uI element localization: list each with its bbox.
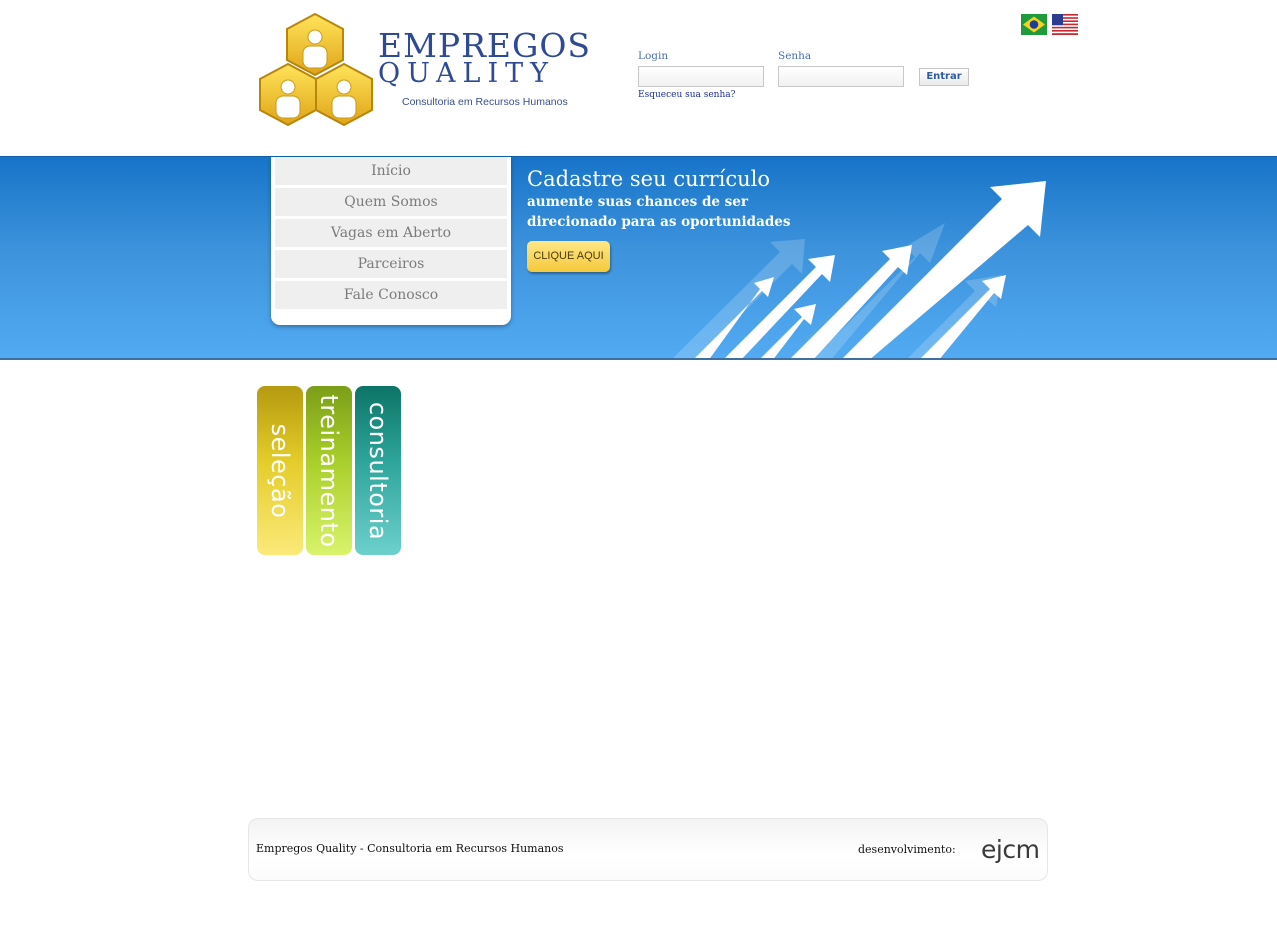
login-input[interactable] [638, 66, 764, 87]
brand-tagline: Consultoria em Recursos Humanos [402, 96, 568, 108]
tab-treinamento-label: treinamento [315, 393, 343, 548]
password-input[interactable] [778, 66, 904, 87]
nav-item-inicio[interactable]: Início [275, 157, 507, 185]
tab-selecao-label: seleção [266, 423, 294, 518]
people-hexagons-icon [259, 12, 373, 127]
nav-item-parceiros[interactable]: Parceiros [275, 250, 507, 278]
brazil-flag-icon[interactable] [1021, 14, 1047, 35]
brand-name-line2: QUALITY [378, 58, 555, 89]
promo-block: Cadastre seu currículo aumente suas chan… [527, 167, 791, 272]
promo-subtitle-line1: aumente suas chances de ser [527, 194, 748, 210]
language-switcher [1021, 14, 1078, 35]
login-submit-button[interactable]: Entrar [919, 68, 969, 86]
login-label: Login [638, 50, 669, 62]
footer-developer-label: desenvolvimento: [858, 843, 956, 856]
site-logo[interactable]: EMPREGOS QUALITY Consultoria em Recursos… [258, 12, 590, 130]
site-footer: Empregos Quality - Consultoria em Recurs… [248, 818, 1048, 881]
developer-logo[interactable]: ejcm [981, 835, 1040, 864]
main-navigation: Início Quem Somos Vagas em Aberto Parcei… [271, 157, 511, 325]
nav-item-quem-somos[interactable]: Quem Somos [275, 188, 507, 216]
usa-flag-icon[interactable] [1052, 14, 1078, 35]
nav-item-fale-conosco[interactable]: Fale Conosco [275, 281, 507, 309]
hero-banner: Início Quem Somos Vagas em Aberto Parcei… [0, 156, 1277, 360]
promo-title: Cadastre seu currículo [527, 167, 771, 191]
forgot-password-link[interactable]: Esqueceu sua senha? [638, 90, 735, 100]
promo-subtitle-line2: direcionado para as oportunidades [527, 214, 791, 230]
tab-consultoria[interactable]: consultoria [355, 386, 401, 555]
tab-selecao[interactable]: seleção [257, 386, 303, 555]
register-cta-button[interactable]: CLIQUE AQUI [527, 241, 610, 272]
tab-treinamento[interactable]: treinamento [306, 386, 352, 555]
password-label: Senha [778, 50, 812, 62]
footer-company-text: Empregos Quality - Consultoria em Recurs… [256, 842, 564, 855]
nav-item-vagas-em-aberto[interactable]: Vagas em Aberto [275, 219, 507, 247]
tab-consultoria-label: consultoria [364, 401, 392, 540]
service-tabs: seleção treinamento consultoria [257, 386, 401, 555]
